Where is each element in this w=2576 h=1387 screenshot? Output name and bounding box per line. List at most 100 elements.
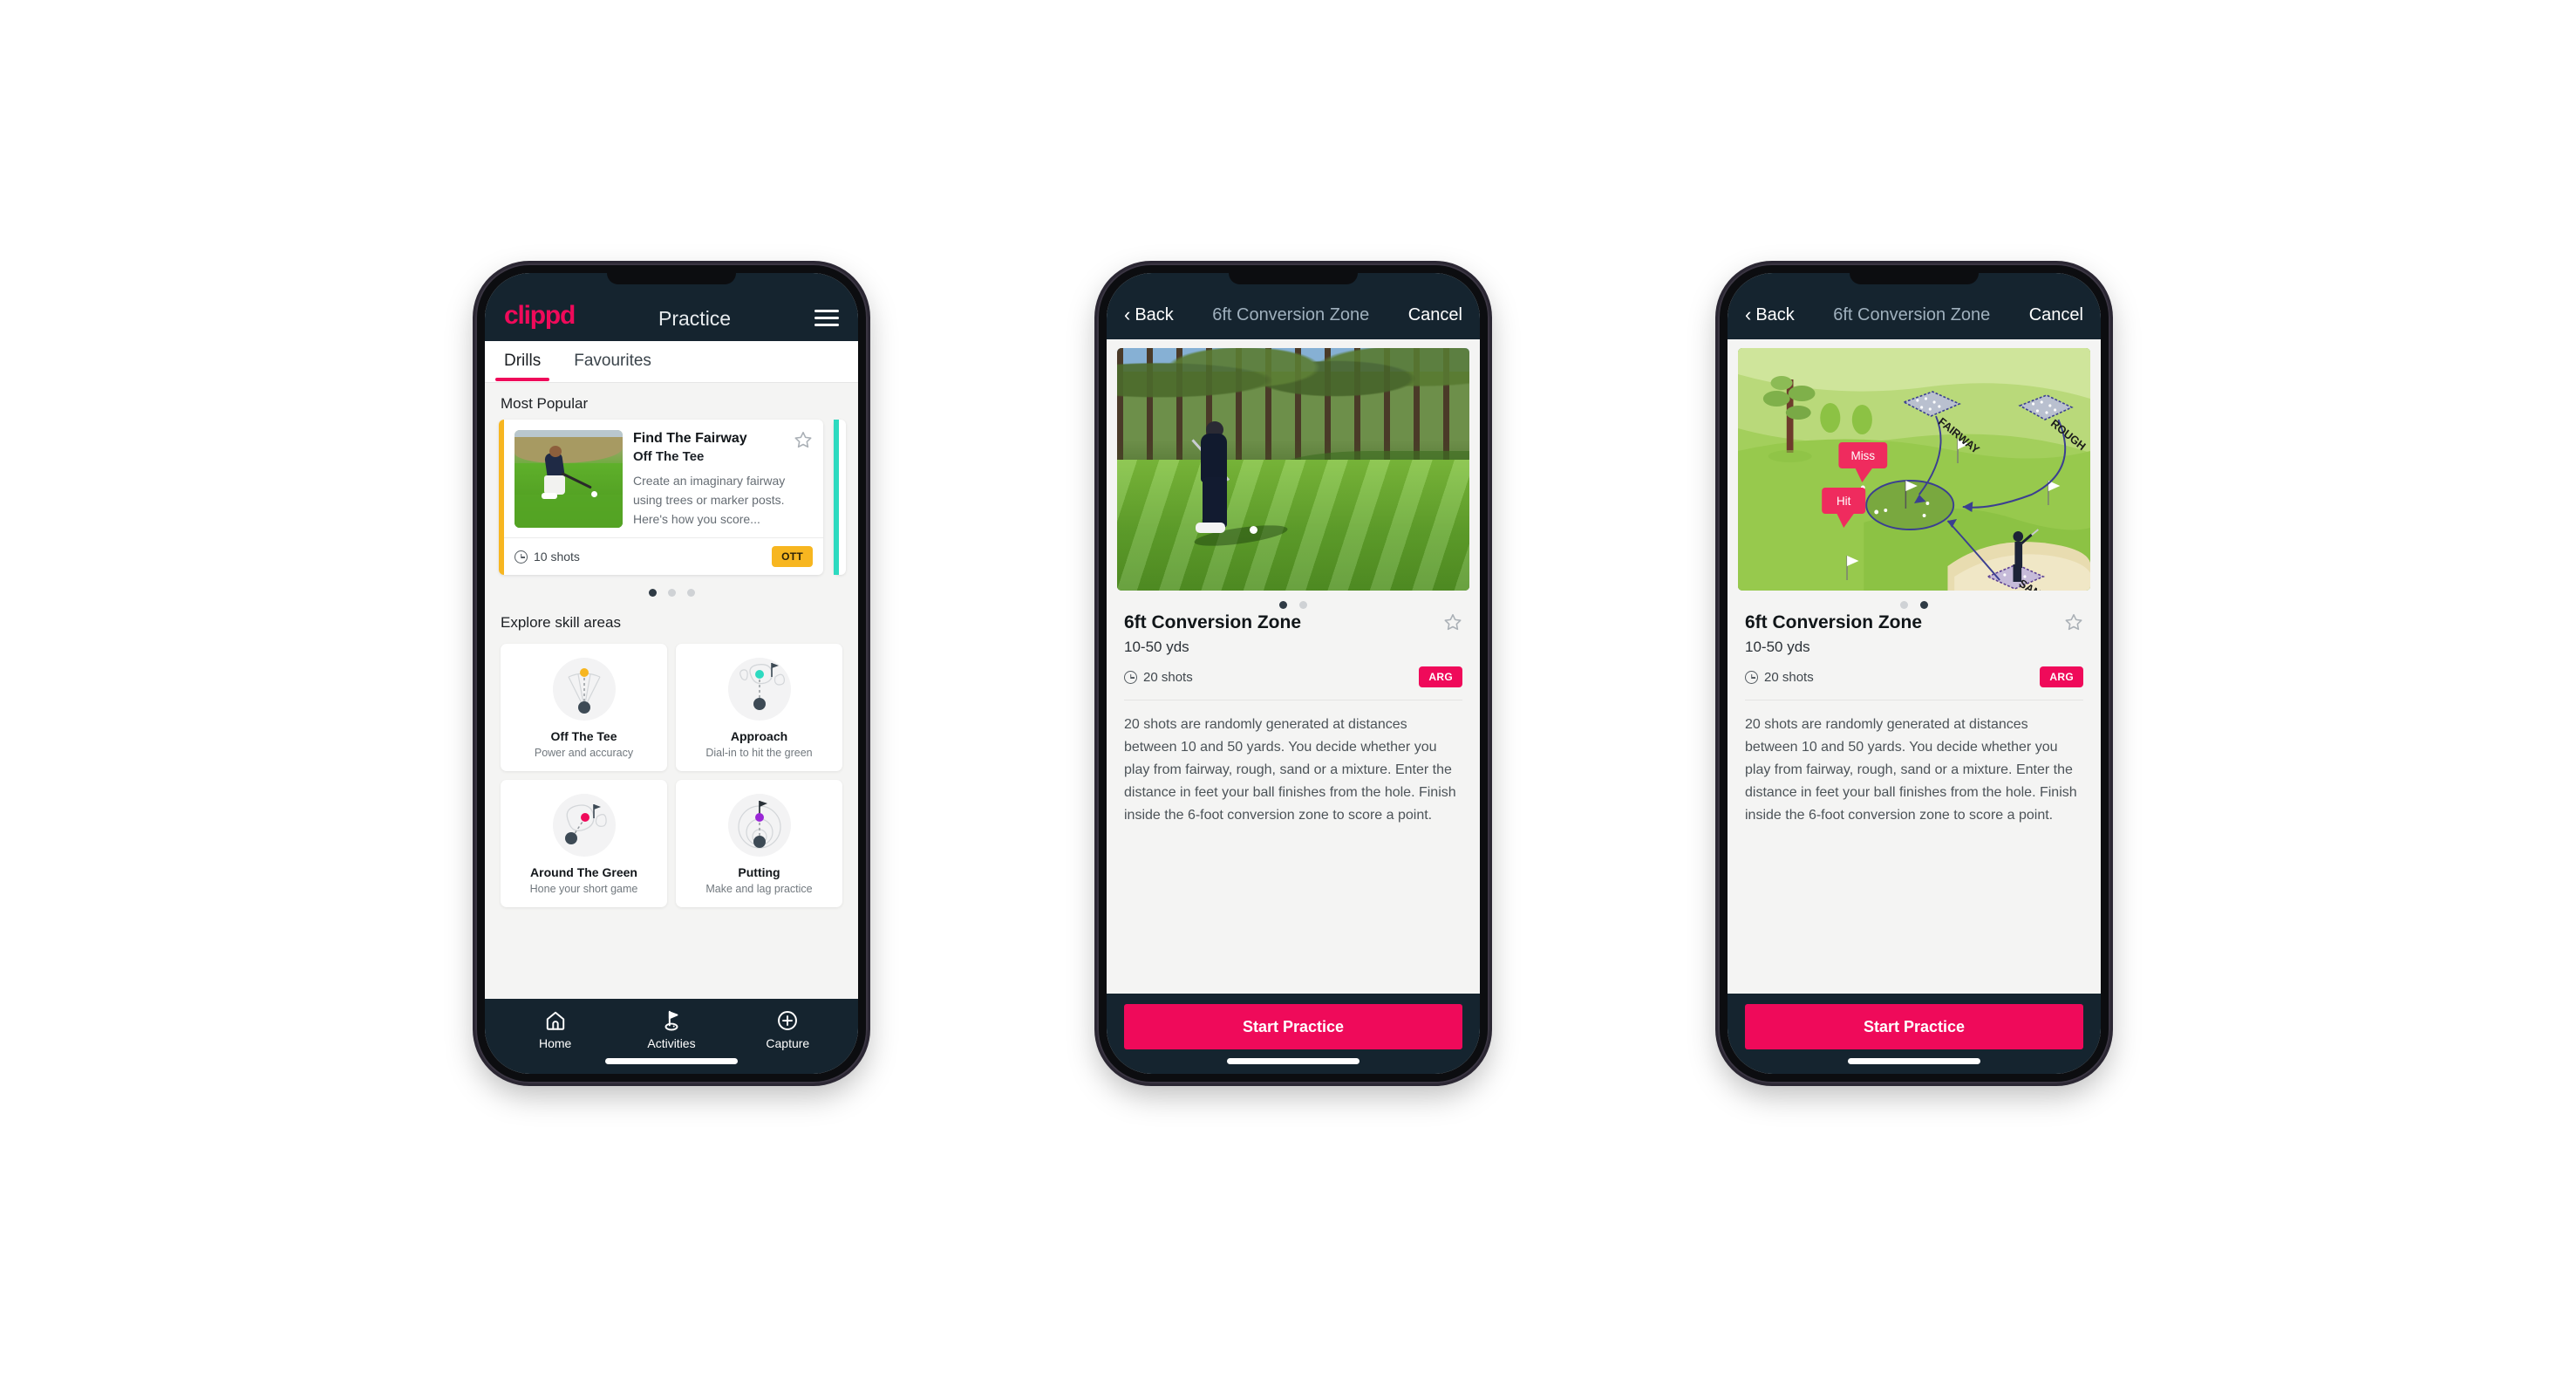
drill-title: 6ft Conversion Zone: [1124, 612, 1302, 632]
plus-circle-icon: [776, 1009, 799, 1032]
back-label: Back: [1135, 305, 1174, 325]
carousel-dot[interactable]: [1920, 601, 1928, 609]
nav-label: Home: [538, 1036, 572, 1050]
star-outline-icon[interactable]: [1443, 612, 1462, 632]
skill-card-putting[interactable]: Putting Make and lag practice: [676, 780, 842, 908]
drill-category-pill: ARG: [1419, 666, 1462, 687]
drill-shots: 20 shots: [1745, 670, 1814, 685]
nav-item-home[interactable]: Home: [514, 1009, 597, 1050]
back-button[interactable]: ‹ Back: [1745, 304, 1795, 325]
carousel-dot[interactable]: [648, 589, 657, 598]
skill-subtitle: Dial-in to hit the green: [705, 747, 813, 760]
clippd-logo: clippd: [504, 301, 576, 330]
tab-favourites[interactable]: Favourites: [570, 343, 655, 381]
drill-category-pill: ARG: [2040, 666, 2083, 687]
putting-rings-icon: [725, 790, 794, 860]
drill-title: 6ft Conversion Zone: [1745, 612, 1923, 632]
drill-card-footer: 10 shots OTT: [499, 537, 823, 575]
drill-card-next-peek[interactable]: [834, 420, 846, 576]
nav-item-activities[interactable]: Activities: [630, 1009, 713, 1050]
carousel-dot[interactable]: [1279, 601, 1287, 609]
drill-description: 20 shots are randomly generated at dista…: [1124, 717, 1456, 823]
page-title: Practice: [658, 307, 732, 330]
skill-card-around-the-green[interactable]: Around The Green Hone your short game: [501, 780, 667, 908]
carousel-dots[interactable]: [485, 575, 858, 602]
home-indicator: [1227, 1058, 1360, 1064]
clock-icon: [515, 550, 528, 564]
phone-notch: [1850, 273, 1979, 284]
skill-area-grid: Off The Tee Power and accuracy Approach …: [485, 639, 858, 908]
start-practice-button[interactable]: Start Practice: [1124, 1004, 1462, 1049]
drill-media-photo[interactable]: [1117, 348, 1469, 591]
clock-icon: [1124, 670, 1137, 684]
phone1-screen: clippd Practice Drills Favourites Most P…: [485, 273, 858, 1074]
back-button[interactable]: ‹ Back: [1124, 303, 1174, 325]
phone-notch: [607, 273, 736, 284]
clock-icon: [1745, 670, 1758, 684]
star-outline-icon[interactable]: [794, 430, 813, 449]
card-accent-strip: [499, 420, 504, 576]
drill-distance: 10-50 yds: [1745, 639, 1810, 655]
skill-subtitle: Hone your short game: [529, 883, 638, 896]
drill-info-block: 6ft Conversion Zone 10-50 yds 20 shots A…: [1728, 611, 2101, 687]
phone3-screen: ‹ Back 6ft Conversion Zone Cancel FAIRWA…: [1728, 273, 2101, 1074]
drill-description: 20 shots are randomly generated at dista…: [1745, 717, 2077, 823]
drill-shots-label: 10 shots: [534, 550, 580, 564]
cancel-button[interactable]: Cancel: [2029, 305, 2083, 325]
carousel-dot[interactable]: [686, 589, 695, 598]
carousel-dots[interactable]: [1728, 591, 2101, 611]
skill-name: Off The Tee: [550, 729, 617, 744]
drill-card-find-the-fairway[interactable]: Find The Fairway Off The Tee Create an i…: [499, 420, 823, 576]
drill-name: Find The Fairway: [633, 431, 747, 446]
chevron-left-icon: ‹: [1124, 303, 1131, 325]
skill-subtitle: Power and accuracy: [534, 747, 634, 760]
screenshot-canvas: clippd Practice Drills Favourites Most P…: [0, 0, 2576, 1387]
phone3-content-scroll[interactable]: FAIRWAY ROUGH SAND Miss Hit 6ft Conversi…: [1728, 339, 2101, 994]
cancel-button[interactable]: Cancel: [1408, 305, 1462, 325]
golf-flag-icon: [660, 1009, 683, 1032]
carousel-dot[interactable]: [1900, 601, 1908, 609]
star-outline-icon[interactable]: [2064, 612, 2083, 632]
nav-item-capture[interactable]: Capture: [746, 1009, 829, 1050]
detail-title: 6ft Conversion Zone: [1833, 305, 1991, 325]
drill-shots: 20 shots: [1124, 670, 1193, 685]
tee-fan-icon: [549, 654, 619, 724]
phone1-content-scroll[interactable]: Most Popular Find The Fairway Off The Te…: [485, 383, 858, 999]
drill-description: Create an imaginary fairway using trees …: [633, 474, 786, 526]
drill-carousel[interactable]: Find The Fairway Off The Tee Create an i…: [485, 420, 858, 576]
drill-shots-label: 20 shots: [1143, 669, 1193, 685]
carousel-dot[interactable]: [667, 589, 676, 598]
drill-shots-label: 20 shots: [1764, 669, 1814, 685]
detail-title: 6ft Conversion Zone: [1212, 305, 1370, 325]
nav-label: Capture: [766, 1036, 810, 1050]
carousel-dots[interactable]: [1107, 591, 1480, 611]
phone-mockup-drill-detail-diagram: ‹ Back 6ft Conversion Zone Cancel FAIRWA…: [1718, 263, 2110, 1083]
hamburger-menu-icon[interactable]: [814, 310, 839, 329]
start-practice-button[interactable]: Start Practice: [1745, 1004, 2083, 1049]
section-title-skill-areas: Explore skill areas: [501, 614, 621, 632]
skill-subtitle: Make and lag practice: [705, 883, 813, 896]
back-label: Back: [1755, 305, 1795, 325]
carousel-dot[interactable]: [1299, 601, 1307, 609]
drill-card-body: Find The Fairway Off The Tee Create an i…: [499, 420, 823, 537]
drill-media-diagram[interactable]: FAIRWAY ROUGH SAND Miss Hit: [1738, 348, 2090, 591]
svg-text:Miss: Miss: [1850, 449, 1875, 462]
tab-drills[interactable]: Drills: [494, 343, 550, 381]
drill-distance: 10-50 yds: [1124, 639, 1189, 655]
skill-name: Around The Green: [530, 865, 637, 880]
svg-text:Hit: Hit: [1837, 495, 1851, 508]
home-indicator: [1848, 1058, 1980, 1064]
skill-name: Approach: [730, 729, 788, 744]
nav-label: Activities: [647, 1036, 696, 1050]
skill-card-off-the-tee[interactable]: Off The Tee Power and accuracy: [501, 644, 667, 772]
drill-category: Off The Tee: [633, 449, 705, 465]
phone-notch: [1229, 273, 1358, 284]
phone2-screen: ‹ Back 6ft Conversion Zone Cancel 6ft Co…: [1107, 273, 1480, 1074]
drill-text-block: Find The Fairway Off The Tee Create an i…: [633, 430, 813, 529]
phone2-content-scroll[interactable]: 6ft Conversion Zone 10-50 yds 20 shots A…: [1107, 339, 1480, 994]
phone-mockup-drill-detail-photo: ‹ Back 6ft Conversion Zone Cancel 6ft Co…: [1097, 263, 1489, 1083]
tab-bar: Drills Favourites: [485, 341, 858, 383]
skill-card-approach[interactable]: Approach Dial-in to hit the green: [676, 644, 842, 772]
around-green-icon: [549, 790, 619, 860]
home-icon: [544, 1009, 567, 1032]
